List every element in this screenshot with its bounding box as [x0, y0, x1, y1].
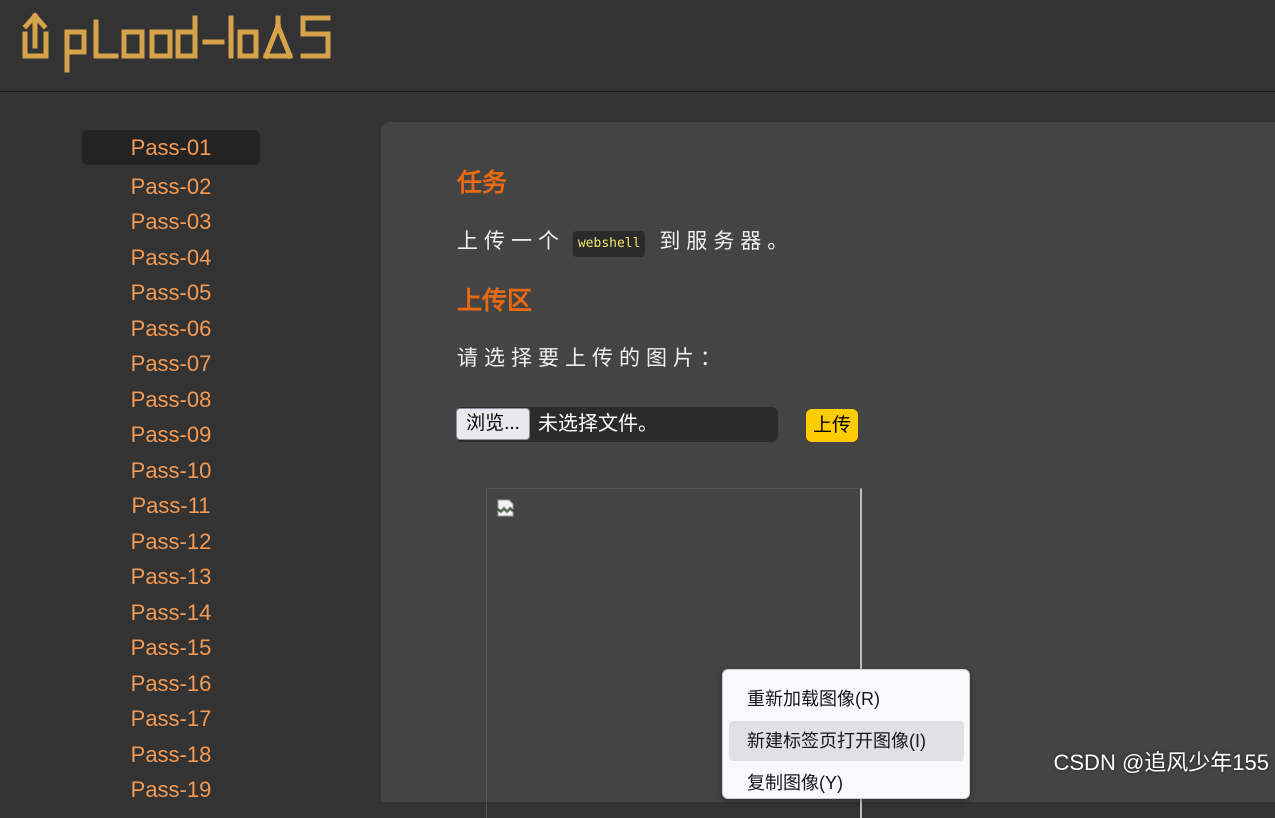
sidebar-item-pass-18[interactable]: Pass-18 [82, 737, 260, 772]
sidebar-item-pass-02[interactable]: Pass-02 [82, 169, 260, 204]
sidebar-item-pass-17[interactable]: Pass-17 [82, 701, 260, 736]
sidebar-item-pass-10[interactable]: Pass-10 [82, 453, 260, 488]
menu-item-copy-image[interactable]: 复制图像(Y) [729, 763, 964, 803]
menu-item-open-image-new-tab[interactable]: 新建标签页打开图像(I) [729, 721, 964, 761]
sidebar-item-pass-03[interactable]: Pass-03 [82, 204, 260, 239]
browse-button[interactable]: 浏览... [456, 408, 530, 440]
sidebar-item-pass-07[interactable]: Pass-07 [82, 346, 260, 381]
sidebar-nav: Pass-01 Pass-02 Pass-03 Pass-04 Pass-05 … [0, 92, 380, 802]
sidebar-item-pass-05[interactable]: Pass-05 [82, 275, 260, 310]
menu-item-reload-image[interactable]: 重新加载图像(R) [729, 679, 964, 719]
sidebar-item-pass-19[interactable]: Pass-19 [82, 772, 260, 807]
broken-image-icon [496, 498, 516, 523]
sidebar-item-pass-04[interactable]: Pass-04 [82, 240, 260, 275]
sidebar-item-pass-01[interactable]: Pass-01 [82, 130, 260, 165]
task-text-after: 到服务器。 [659, 230, 795, 253]
webshell-code: webshell [572, 231, 646, 257]
sidebar-item-pass-14[interactable]: Pass-14 [82, 595, 260, 630]
task-heading: 任务 [457, 169, 508, 197]
sidebar-item-pass-11[interactable]: Pass-11 [82, 488, 260, 523]
sidebar-item-pass-16[interactable]: Pass-16 [82, 666, 260, 701]
sidebar-item-pass-08[interactable]: Pass-08 [82, 382, 260, 417]
site-logo[interactable] [22, 12, 362, 79]
watermark-text: CSDN @追风少年155 [1053, 750, 1270, 775]
sidebar-item-pass-13[interactable]: Pass-13 [82, 559, 260, 594]
file-input[interactable]: 浏览... 未选择文件。 [456, 407, 778, 442]
upload-button[interactable]: 上传 [806, 409, 858, 442]
sidebar-item-pass-09[interactable]: Pass-09 [82, 417, 260, 452]
sidebar-item-pass-15[interactable]: Pass-15 [82, 630, 260, 665]
sidebar-item-pass-06[interactable]: Pass-06 [82, 311, 260, 346]
context-menu: 重新加载图像(R) 新建标签页打开图像(I) 复制图像(Y) [722, 669, 970, 799]
file-status-text: 未选择文件。 [538, 413, 658, 435]
task-description: 上传一个 webshell 到服务器。 [457, 228, 794, 257]
task-text-before: 上传一个 [457, 230, 565, 253]
header-bar [0, 0, 1275, 92]
select-prompt: 请选择要上传的图片： [457, 347, 727, 370]
sidebar-item-pass-12[interactable]: Pass-12 [82, 524, 260, 559]
upload-heading: 上传区 [457, 287, 533, 315]
